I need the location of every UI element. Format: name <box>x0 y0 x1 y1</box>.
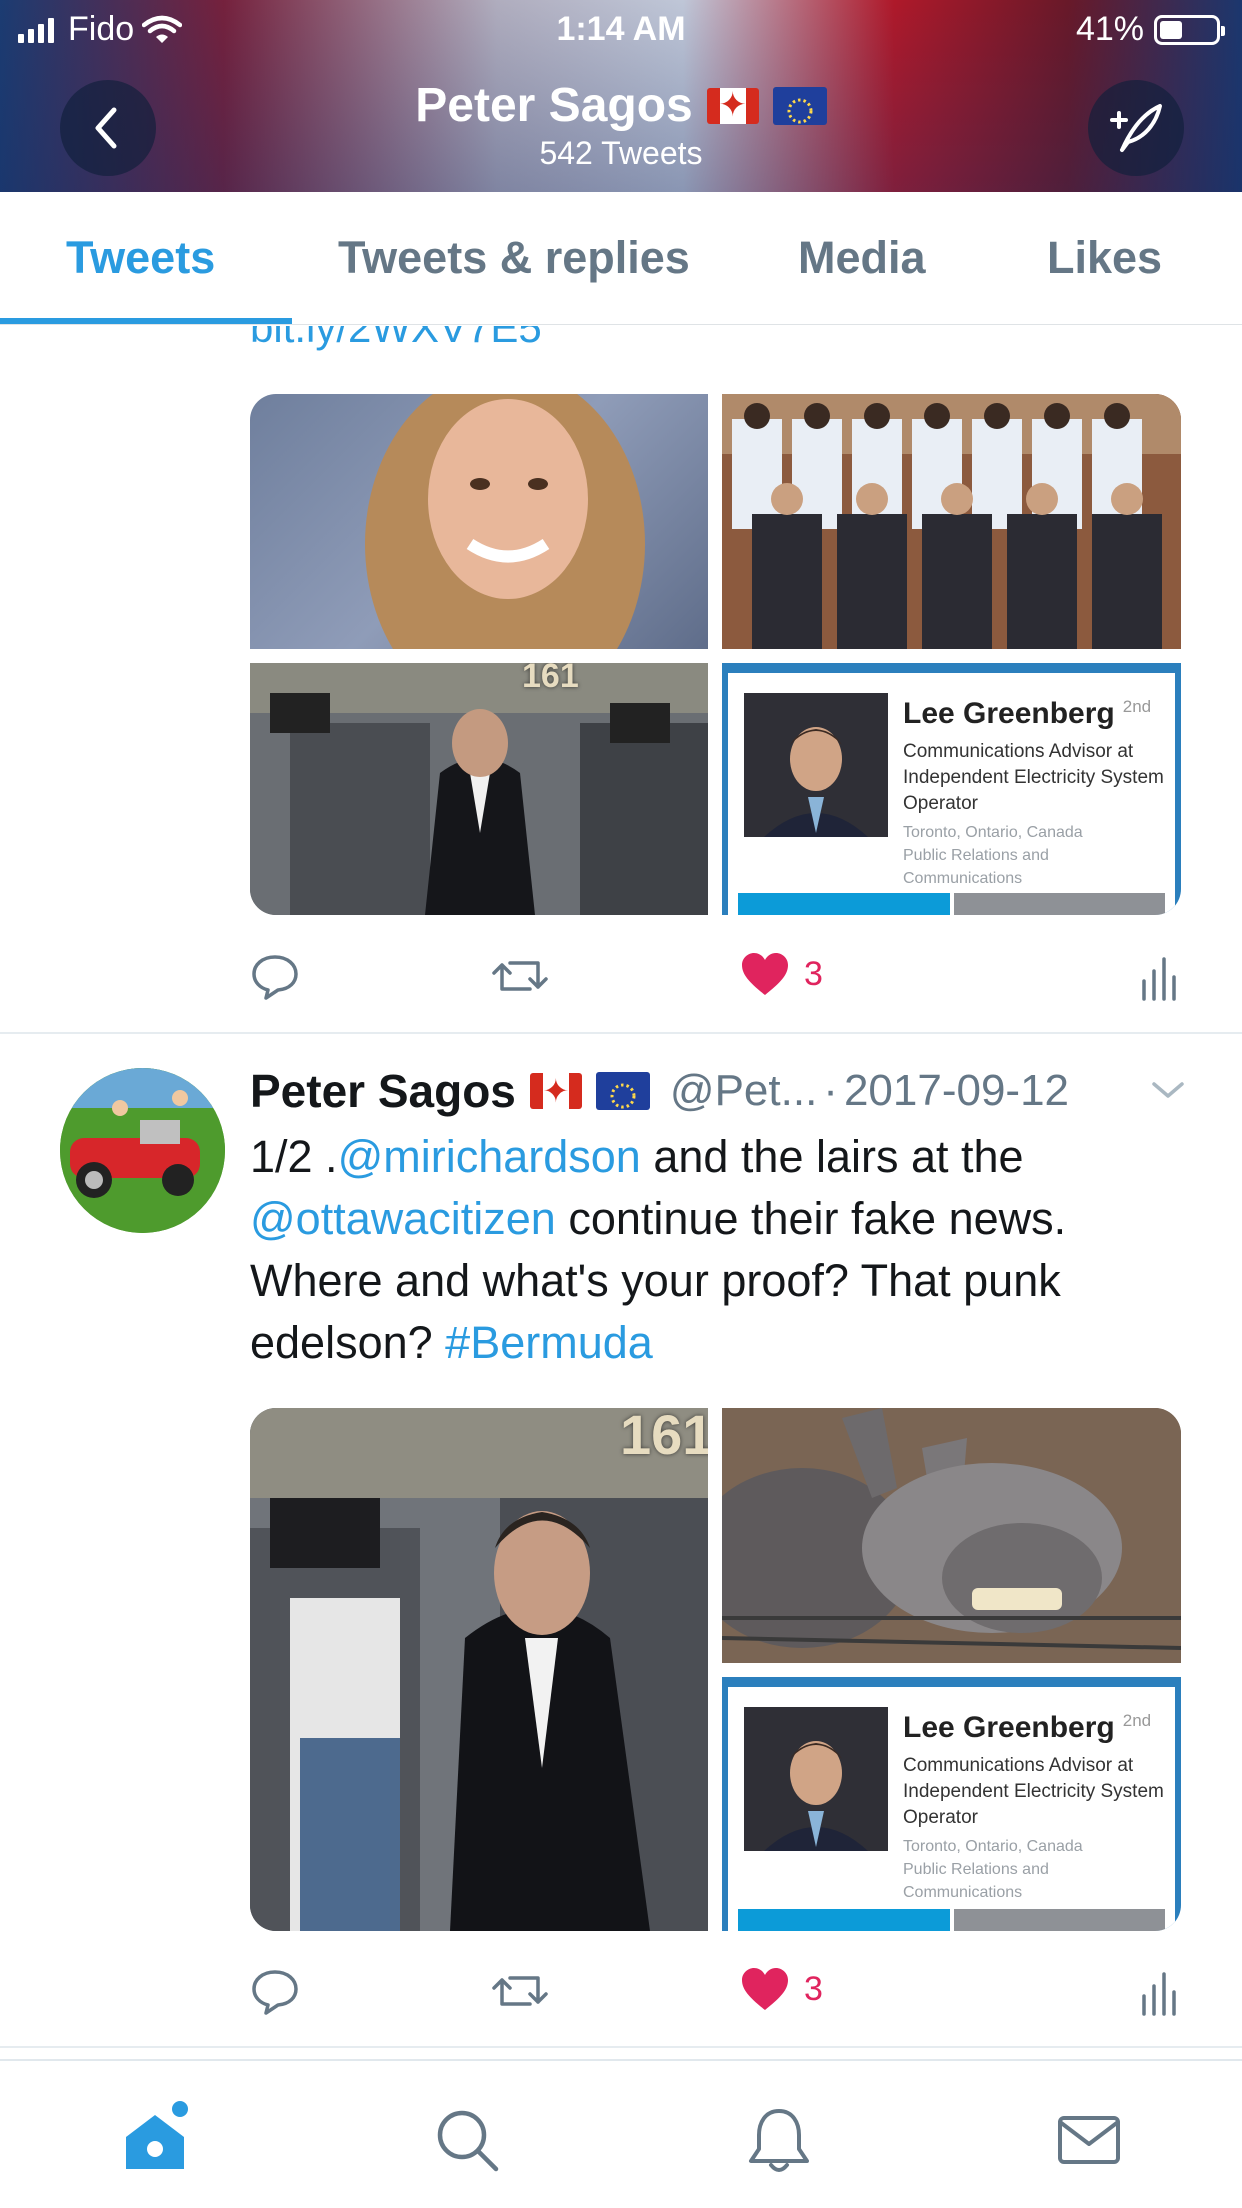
linkedin-buttons <box>738 1909 1165 1931</box>
tweet-count: 542 Tweets <box>539 135 703 171</box>
tweet-actions: 3 <box>250 1966 1181 2026</box>
compose-feather-icon <box>1110 104 1162 152</box>
status-bar: Fido 1:14 AM 41% <box>0 0 1242 60</box>
profile-tabs: Tweets Tweets & replies Media Likes <box>0 192 1242 325</box>
tweet-actions: 3 <box>250 951 1181 1011</box>
linkedin-profile-photo <box>744 1707 888 1851</box>
media-photo-donkey[interactable] <box>722 1408 1181 1663</box>
analytics-icon <box>1142 1972 1176 2016</box>
mention-link[interactable]: @mirichardson <box>338 1131 641 1182</box>
media-photo-lawyer[interactable]: 161 <box>250 663 708 915</box>
linkedin-name: Lee Greenberg 2nd <box>903 697 1152 730</box>
portrait-image <box>365 394 645 649</box>
tweet-author-handle: @Pet... <box>669 1066 818 1115</box>
tweet-media-grid[interactable]: 161 Lee Greenberg 2nd Communications Adv… <box>250 1408 1181 1931</box>
profile-name: Peter Sagos <box>415 79 693 132</box>
reply-button[interactable] <box>250 951 300 1001</box>
avatar[interactable] <box>60 1068 225 1233</box>
profile-name-row: Peter Sagos ✦ <box>415 78 827 133</box>
status-time: 1:14 AM <box>556 10 686 48</box>
linkedin-name: Lee Greenberg 2nd <box>903 1711 1152 1744</box>
nav-search[interactable] <box>432 2105 502 2175</box>
heart-icon <box>742 1968 788 2010</box>
linkedin-location: Toronto, Ontario, Canada Public Relations… <box>903 824 1083 887</box>
avatar-image <box>60 1068 225 1233</box>
heart-icon <box>742 953 788 995</box>
linkedin-location: Toronto, Ontario, Canada Public Relations… <box>903 1838 1083 1901</box>
retweet-button[interactable] <box>490 1966 550 2016</box>
chevron-down-icon <box>1152 1082 1184 1098</box>
media-photo-lawyer[interactable]: 161 <box>250 1408 708 1931</box>
battery-fill <box>1160 20 1183 39</box>
new-content-dot <box>172 2101 188 2117</box>
like-count: 3 <box>804 954 823 993</box>
battery-indicator: 41% <box>1075 10 1225 49</box>
reply-icon <box>252 955 298 1000</box>
courthouse-number: 161 <box>620 1408 708 1466</box>
hashtag-link[interactable]: #Bermuda <box>445 1317 653 1368</box>
tweet-media-grid[interactable]: 161 Lee Greenberg 2nd Communications Advi… <box>250 394 1181 915</box>
tweet-divider <box>0 2046 1242 2048</box>
profile-header: Fido 1:14 AM 41% Peter Sagos ✦ 542 Tweet… <box>0 0 1242 192</box>
compose-tweet-button[interactable] <box>1088 80 1184 176</box>
nav-messages[interactable] <box>1054 2105 1124 2175</box>
group-photo-image <box>722 394 1181 649</box>
like-button[interactable]: 3 <box>740 951 823 997</box>
nav-notifications[interactable] <box>744 2105 814 2175</box>
reply-button[interactable] <box>250 1966 300 2016</box>
retweet-icon <box>492 1976 548 2006</box>
canada-flag-icon: ✦ <box>529 1073 582 1109</box>
courthouse-number: 161 <box>522 663 579 695</box>
linkedin-role: Communications Advisor at Independent El… <box>903 741 1164 814</box>
analytics-button[interactable] <box>1140 1966 1176 2016</box>
donkey-photo-image <box>722 1408 1181 1663</box>
tab-media[interactable]: Media <box>798 232 926 284</box>
media-photo-portrait[interactable] <box>250 394 708 649</box>
tab-likes[interactable]: Likes <box>1047 232 1162 284</box>
analytics-icon <box>1142 957 1176 1001</box>
canada-flag-icon: ✦ <box>706 87 759 124</box>
tweet-divider <box>0 1032 1242 1034</box>
media-linkedin-card[interactable]: Lee Greenberg 2nd Communications Advisor … <box>722 663 1181 915</box>
lawyer-photo-image <box>250 663 708 915</box>
tweet-header: Peter Sagos ✦ @Pet... · 2017-09-12 <box>250 1064 1069 1118</box>
media-linkedin-card[interactable]: Lee Greenberg 2nd Communications Advisor … <box>722 1677 1181 1931</box>
analytics-button[interactable] <box>1140 951 1176 1001</box>
battery-icon <box>1154 14 1225 45</box>
header-title: Peter Sagos ✦ 542 Tweets <box>0 78 1242 172</box>
tab-tweets[interactable]: Tweets <box>66 232 215 284</box>
eu-flag-icon <box>772 86 827 125</box>
notifications-bell-icon <box>749 2109 809 2172</box>
like-count: 3 <box>804 1969 823 2008</box>
active-tab-indicator <box>0 318 292 324</box>
timeline[interactable]: bit.ly/2WXV7E5 161 Lee Greenberg 2nd Com… <box>0 326 1242 2059</box>
retweet-icon <box>492 961 548 991</box>
like-button[interactable]: 3 <box>740 1966 823 2012</box>
bottom-navigation <box>0 2059 1242 2208</box>
nav-home[interactable] <box>120 2101 190 2175</box>
search-icon <box>437 2110 499 2172</box>
linkedin-profile-photo <box>744 693 888 837</box>
tweet-author-name[interactable]: Peter Sagos ✦ <box>250 1064 650 1118</box>
retweet-button[interactable] <box>490 951 550 1001</box>
linkedin-role: Communications Advisor at Independent El… <box>903 1755 1164 1828</box>
media-photo-group[interactable] <box>722 394 1181 649</box>
messages-envelope-icon <box>1058 2116 1120 2164</box>
eu-flag-icon <box>595 1072 650 1110</box>
reply-icon <box>252 1970 298 2015</box>
tab-tweets-and-replies[interactable]: Tweets & replies <box>338 232 690 284</box>
tweet-separator: · <box>823 1066 838 1115</box>
lawyer-photo-image <box>250 1408 708 1931</box>
tweet-options-button[interactable] <box>1150 1078 1186 1107</box>
mention-link[interactable]: @ottawacitizen <box>250 1193 556 1244</box>
tweet-link[interactable]: bit.ly/2WXV7E5 <box>250 326 542 352</box>
tweet-text: 1/2 .@mirichardson and the lairs at the … <box>250 1131 1067 1368</box>
tweet-date: 2017-09-12 <box>843 1066 1070 1115</box>
linkedin-buttons <box>738 893 1165 915</box>
battery-percent: 41% <box>1075 10 1144 48</box>
